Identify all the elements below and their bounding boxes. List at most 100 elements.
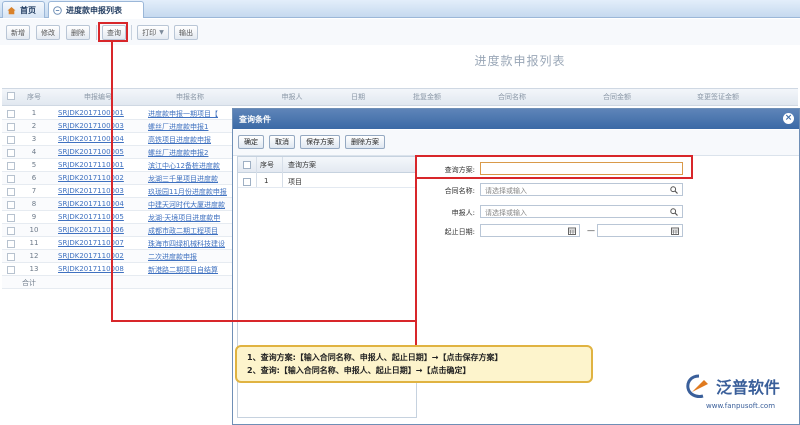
row-name-link[interactable]: 龙湖三千里项目进度款	[148, 174, 232, 184]
row-code-link[interactable]: SRJDK2017110003	[58, 187, 138, 195]
delete-button[interactable]: 删除	[66, 25, 90, 40]
plan-list-item[interactable]: 1 项目	[238, 174, 416, 188]
row-code-link[interactable]: SRJDK2017100001	[58, 109, 138, 117]
row-checkbox[interactable]	[7, 266, 15, 274]
row-checkbox[interactable]	[7, 110, 15, 118]
row-code-link[interactable]: SRJDK2017110005	[58, 213, 138, 221]
tab-progress-list[interactable]: 进度款申报列表	[48, 1, 144, 18]
row-name-link[interactable]: 龙湖·天境项目进度款申	[148, 213, 232, 223]
calendar-icon[interactable]	[671, 227, 679, 237]
instruction-line-1: 1、查询方案:【输入合同名称、申报人、起止日期】→【点击保存方案】	[247, 353, 503, 362]
toolbar-divider	[96, 25, 97, 40]
tab-home-label: 首页	[20, 5, 36, 15]
row-seq: 13	[29, 265, 39, 273]
row-checkbox[interactable]	[7, 227, 15, 235]
plan-name-header: 查询方案	[288, 161, 316, 169]
reporter-input[interactable]: 请选择或输入	[480, 205, 683, 218]
row-code-link[interactable]: SRJDK2017110002	[58, 174, 138, 182]
cancel-button[interactable]: 取消	[269, 135, 295, 149]
contract-name-input[interactable]: 请选择或输入	[480, 183, 683, 196]
plan-name: 项目	[288, 178, 302, 186]
row-checkbox[interactable]	[7, 240, 15, 248]
delete-plan-button[interactable]: 删除方案	[345, 135, 385, 149]
row-checkbox[interactable]	[7, 188, 15, 196]
row-seq: 1	[31, 109, 37, 117]
row-code-link[interactable]: SRJDK2017110002	[58, 252, 138, 260]
row-name-link[interactable]: 二次进度款申报	[148, 252, 232, 262]
search-icon[interactable]	[670, 186, 678, 196]
close-icon[interactable]: ×	[783, 113, 794, 124]
brand-logo-icon	[684, 374, 714, 402]
row-checkbox[interactable]	[7, 201, 15, 209]
row-seq: 8	[31, 200, 37, 208]
row-checkbox[interactable]	[7, 253, 15, 261]
column-header: 合同金额	[603, 93, 631, 101]
column-header: 申报人	[281, 93, 303, 101]
row-name-link[interactable]: 螺丝厂进度款申报1	[148, 122, 232, 132]
end-date-input[interactable]	[597, 224, 683, 237]
row-seq: 4	[31, 148, 37, 156]
brand-name: 泛普软件	[716, 378, 781, 397]
home-icon	[7, 6, 16, 15]
calendar-icon[interactable]	[568, 227, 576, 237]
reporter-placeholder: 请选择或输入	[485, 209, 527, 217]
row-code-link[interactable]: SRJDK2017110004	[58, 200, 138, 208]
reporter-label: 申报人:	[451, 209, 475, 217]
row-checkbox[interactable]	[7, 136, 15, 144]
new-button[interactable]: 新增	[6, 25, 30, 40]
row-seq: 2	[31, 122, 37, 130]
row-code-link[interactable]: SRJDK2017110001	[58, 161, 138, 169]
date-separator: —	[587, 226, 595, 235]
row-code-link[interactable]: SRJDK2017110006	[58, 226, 138, 234]
row-name-link[interactable]: 珠海市四绿机械科技建设	[148, 239, 232, 249]
row-code-link[interactable]: SRJDK2017110007	[58, 239, 138, 247]
row-seq: 5	[31, 161, 37, 169]
row-checkbox[interactable]	[7, 123, 15, 131]
plan-select-all-checkbox[interactable]	[243, 161, 251, 169]
plan-field-highlight	[415, 155, 693, 179]
row-name-link[interactable]: 玖珑园11月份进度款申报	[148, 187, 232, 197]
annotation-connector	[415, 179, 417, 345]
list-icon	[53, 5, 62, 15]
tab-home[interactable]: 首页	[2, 1, 45, 18]
row-checkbox[interactable]	[7, 149, 15, 157]
toolbar-divider	[131, 25, 132, 40]
row-checkbox[interactable]	[7, 214, 15, 222]
column-header: 批复金额	[413, 93, 441, 101]
row-name-link[interactable]: 新港路二期项目自结算	[148, 265, 232, 275]
select-all-checkbox[interactable]	[7, 92, 15, 100]
export-button[interactable]: 输出	[174, 25, 198, 40]
instruction-line-2: 2、查询:【输入合同名称、申报人、起止日期】→【点击确定】	[247, 366, 471, 375]
date-range-label: 起止日期:	[444, 228, 475, 236]
column-header: 申报名称	[176, 93, 204, 101]
row-checkbox[interactable]	[7, 162, 15, 170]
search-icon[interactable]	[670, 208, 678, 218]
row-checkbox[interactable]	[7, 175, 15, 183]
row-name-link[interactable]: 进度款申报一期项目【	[148, 109, 232, 119]
save-plan-button[interactable]: 保存方案	[300, 135, 340, 149]
print-button[interactable]: 打印 ▼	[137, 25, 169, 40]
row-name-link[interactable]: 螺丝厂进度款申报2	[148, 148, 232, 158]
row-seq: 6	[31, 174, 37, 182]
chevron-down-icon: ▼	[159, 29, 164, 36]
row-name-link[interactable]: 中建天河时代大厦进度款	[148, 200, 232, 210]
row-code-link[interactable]: SRJDK2017110008	[58, 265, 138, 273]
plan-row-checkbox[interactable]	[243, 178, 251, 186]
contract-label: 合同名称:	[444, 187, 475, 195]
start-date-input[interactable]	[480, 224, 580, 237]
instruction-note: 1、查询方案:【输入合同名称、申报人、起止日期】→【点击保存方案】 2、查询:【…	[235, 345, 593, 383]
row-name-link[interactable]: 高铁项目进度款申报	[148, 135, 232, 145]
row-name-link[interactable]: 成都市政二期工程项目	[148, 226, 232, 236]
column-header: 日期	[351, 93, 365, 101]
brand-url: www.fanpusoft.com	[706, 402, 776, 410]
row-seq: 9	[31, 213, 37, 221]
annotation-connector	[111, 42, 113, 322]
confirm-button[interactable]: 确定	[238, 135, 264, 149]
row-code-link[interactable]: SRJDK2017100004	[58, 135, 138, 143]
row-code-link[interactable]: SRJDK2017100003	[58, 122, 138, 130]
row-name-link[interactable]: 滨江中心12备桩进度款	[148, 161, 232, 171]
row-code-link[interactable]: SRJDK2017100005	[58, 148, 138, 156]
edit-button[interactable]: 修改	[36, 25, 60, 40]
row-seq: 7	[31, 187, 37, 195]
dialog-toolbar: 确定 取消 保存方案 删除方案	[233, 130, 799, 156]
